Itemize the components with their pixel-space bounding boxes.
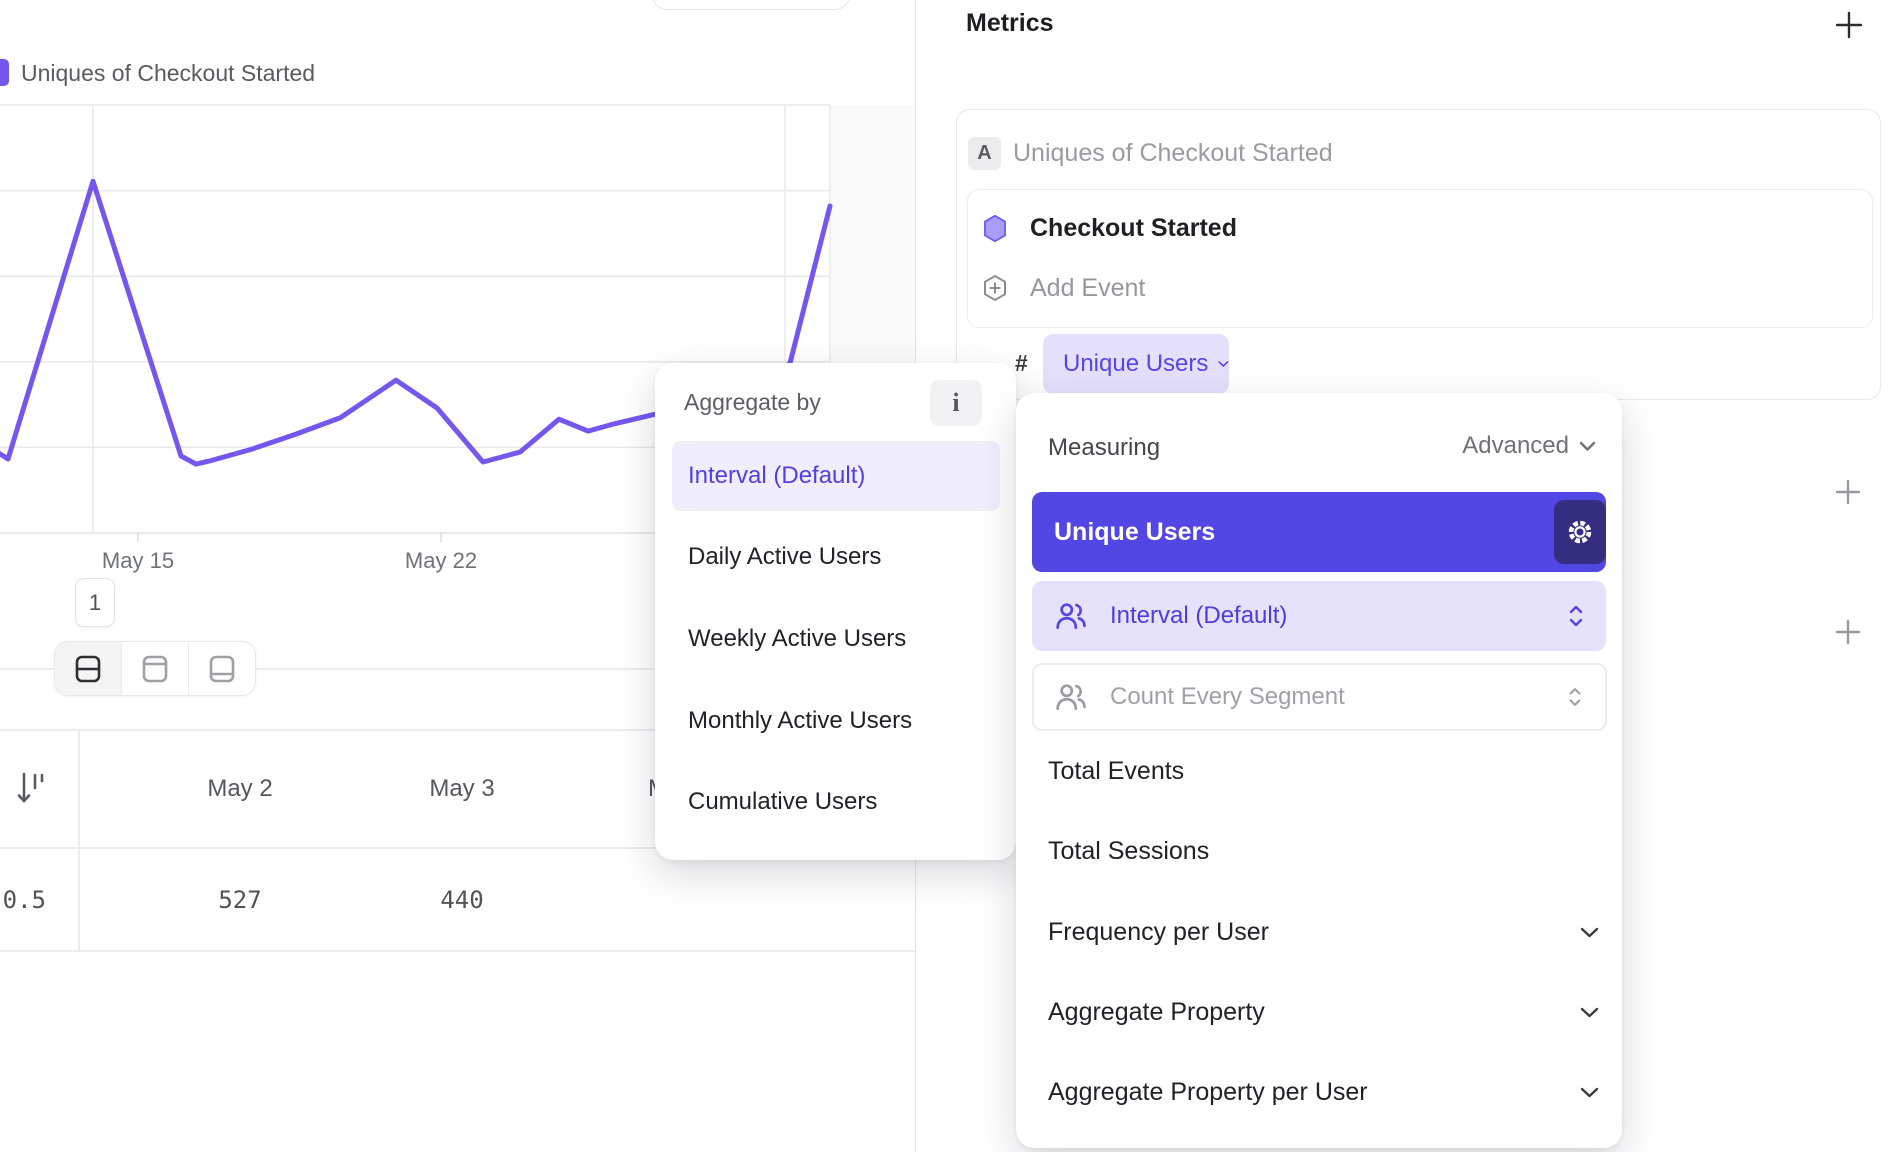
aggregate-by-popover: Aggregate by i Interval (Default) Daily … [655,363,1016,860]
measuring-option-label: Aggregate Property [1048,998,1265,1027]
layout-chart-only-button[interactable] [122,642,188,695]
select-updown-icon [1568,687,1582,707]
table-header-may3[interactable]: May 3 [429,775,494,803]
metric-card: A Uniques of Checkout Started Checkout S… [956,109,1881,400]
add-event-label: Add Event [1030,274,1145,303]
table-border-col [78,729,80,950]
measuring-option-label: Frequency per User [1048,918,1269,947]
x-tick-label-may15: May 15 [102,548,174,574]
measuring-selected-label: Unique Users [1054,518,1215,547]
event-hexagon-icon [982,214,1008,243]
aggregate-option-cumulative[interactable]: Cumulative Users [672,772,1000,832]
x-tick-label-may22: May 22 [405,548,477,574]
chevron-down-icon [1218,358,1229,370]
sort-icon[interactable] [16,771,46,807]
interval-row-label: Interval (Default) [1110,602,1287,630]
aggregate-option-dau[interactable]: Daily Active Users [672,527,1000,587]
measuring-selected-row[interactable]: Unique Users [1032,492,1606,572]
table-cell-may2: 527 [218,886,261,914]
measuring-option-label: Total Events [1048,757,1184,786]
advanced-mode-toggle[interactable]: Advanced [1436,431,1596,461]
table-view-icon [205,652,239,686]
chart-view-icon [138,652,172,686]
aggregate-option-label: Monthly Active Users [688,707,912,735]
annotation-badge[interactable]: 1 [75,578,115,627]
aggregate-by-title: Aggregate by [684,389,821,416]
insights-report-screen: Uniques of Checkout Started [0,0,1898,1152]
top-toolbar-button[interactable] [652,0,850,10]
aggregate-option-interval[interactable]: Interval (Default) [672,441,1000,511]
layout-table-only-button[interactable] [189,642,255,695]
chevron-down-icon [1580,927,1599,939]
layout-toggle-group [54,641,256,696]
advanced-label: Advanced [1462,432,1569,460]
metric-type-symbol: # [1015,350,1028,377]
event-name: Checkout Started [1030,214,1237,243]
metric-name[interactable]: Uniques of Checkout Started [1013,139,1333,168]
measuring-option-total-sessions[interactable]: Total Sessions [1032,823,1606,879]
event-row[interactable]: Checkout Started [982,202,1852,254]
aggregate-option-mau[interactable]: Monthly Active Users [672,691,1000,751]
chevron-down-icon [1580,1007,1599,1019]
aggregate-option-label: Cumulative Users [688,788,877,816]
users-icon [1054,680,1088,714]
select-updown-icon [1568,605,1584,627]
metrics-panel-title: Metrics [966,9,1054,38]
event-card: Checkout Started Add Event [967,189,1873,328]
add-event-row[interactable]: Add Event [980,262,1850,314]
settings-button[interactable] [1554,500,1606,564]
measuring-popover: Measuring Advanced Unique Users [1016,393,1622,1148]
gear-icon [1566,518,1594,546]
layout-split-button[interactable] [55,642,121,695]
aggregate-option-label: Daily Active Users [688,543,881,571]
add-filter-button[interactable] [1835,479,1861,505]
measuring-option-label: Aggregate Property per User [1048,1078,1368,1107]
info-button[interactable]: i [930,380,982,426]
counting-method-label: Unique Users [1063,350,1208,378]
chevron-down-icon [1580,1087,1599,1099]
measuring-interval-row[interactable]: Interval (Default) [1032,581,1606,651]
measuring-option-frequency[interactable]: Frequency per User [1032,904,1606,960]
measuring-option-total-events[interactable]: Total Events [1032,743,1606,799]
add-breakdown-button[interactable] [1835,619,1861,645]
table-row-label: 0.5 [0,886,46,914]
add-metric-button[interactable] [1835,11,1863,39]
table-border-bottom [0,950,915,952]
aggregate-option-label: Interval (Default) [688,462,865,490]
add-event-hexagon-icon [980,273,1010,303]
measuring-title: Measuring [1048,434,1160,462]
aggregate-option-wau[interactable]: Weekly Active Users [672,609,1000,669]
info-icon: i [952,388,959,418]
users-icon [1054,599,1088,633]
measuring-option-aggregate-property-per-user[interactable]: Aggregate Property per User [1032,1064,1606,1120]
counting-method-chip[interactable]: Unique Users [1043,334,1229,394]
table-header-may2[interactable]: May 2 [207,775,272,803]
count-segment-label: Count Every Segment [1110,683,1345,711]
table-cell-may3: 440 [440,886,483,914]
chevron-down-icon [1579,441,1596,452]
split-view-icon [71,652,105,686]
metric-letter-badge: A [968,137,1001,170]
measuring-option-aggregate-property[interactable]: Aggregate Property [1032,984,1606,1040]
measuring-option-label: Total Sessions [1048,837,1209,866]
measuring-count-segment-row[interactable]: Count Every Segment [1032,663,1607,731]
aggregate-option-label: Weekly Active Users [688,625,906,653]
